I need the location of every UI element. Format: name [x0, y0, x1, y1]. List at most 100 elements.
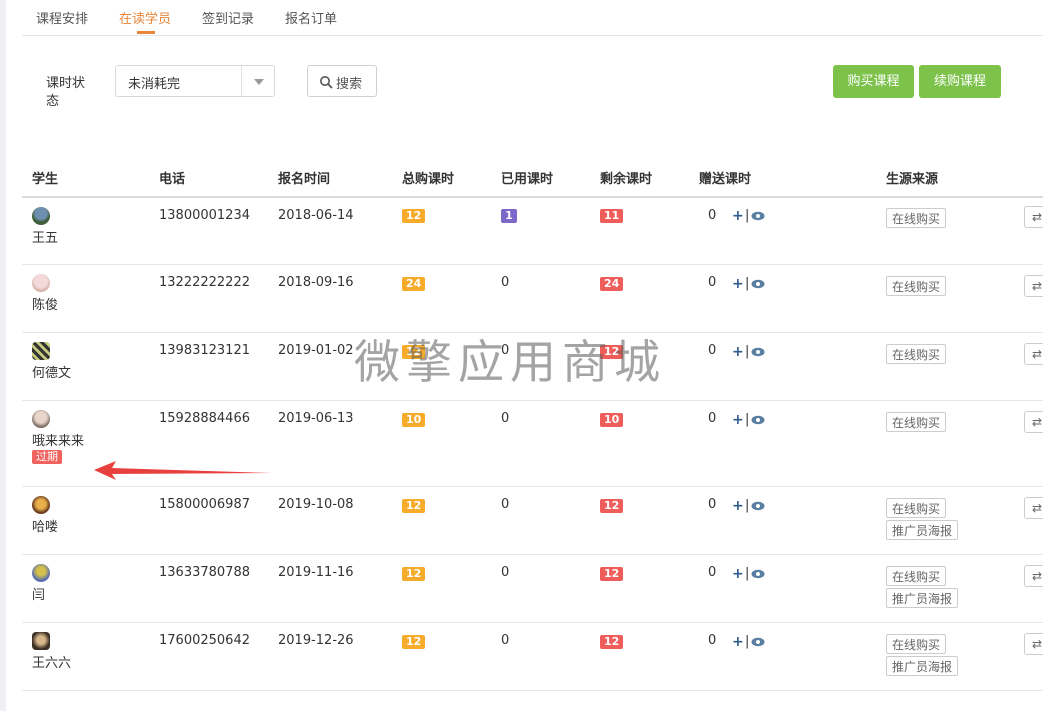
swap-button[interactable]: ⇄ [1024, 497, 1043, 519]
gift-actions: + | [732, 634, 772, 651]
source-tag: 在线购买 [886, 208, 947, 228]
gift-actions: + | [732, 498, 772, 515]
select-divider [241, 66, 242, 96]
used-hours: 0 [501, 633, 510, 648]
plus-icon[interactable]: + [732, 344, 744, 360]
total-hours-badge: 24 [402, 277, 426, 291]
total-hours-badge: 12 [402, 635, 426, 649]
student-name: 王六六 [32, 656, 72, 671]
source-tag: 在线购买 [886, 276, 947, 296]
active-tab-indicator [137, 31, 155, 34]
search-icon [320, 76, 333, 89]
swap-button[interactable]: ⇄ [1024, 275, 1043, 297]
enroll-date: 2019-10-08 [278, 497, 354, 512]
separator: | [745, 634, 750, 649]
table-row: 哈喽 15800006987 2019-10-08 12 0 12 0 + | 在… [22, 487, 1043, 555]
total-hours-badge: 12 [402, 499, 426, 513]
total-hours-badge: 12 [402, 209, 426, 223]
swap-button[interactable]: ⇄ [1024, 206, 1043, 228]
used-hours: 0 [501, 275, 510, 290]
swap-button[interactable]: ⇄ [1024, 633, 1043, 655]
remaining-hours-badge: 12 [600, 499, 624, 513]
eye-icon[interactable] [751, 279, 765, 289]
tab-current-students[interactable]: 在读学员 [119, 8, 171, 27]
phone: 17600250642 [159, 633, 250, 648]
renew-course-button[interactable]: 续购课程 [919, 65, 1001, 98]
col-total-hours: 总购课时 [402, 172, 455, 187]
tab-course-schedule[interactable]: 课程安排 [36, 8, 88, 27]
plus-icon[interactable]: + [732, 412, 744, 428]
gift-actions: + | [732, 276, 772, 293]
gift-hours: 0 [708, 497, 717, 512]
avatar [32, 410, 50, 428]
search-label: 搜索 [336, 77, 363, 92]
source-tag: 推广员海报 [886, 588, 959, 608]
gift-hours: 0 [708, 633, 717, 648]
col-enroll-date: 报名时间 [278, 172, 331, 187]
col-student: 学生 [32, 172, 59, 187]
separator: | [745, 276, 750, 291]
eye-icon[interactable] [751, 501, 765, 511]
used-hours: 0 [501, 565, 510, 580]
source-tag: 推广员海报 [886, 520, 959, 540]
swap-button[interactable]: ⇄ [1024, 411, 1043, 433]
gift-actions: + | [732, 208, 772, 225]
plus-icon[interactable]: + [732, 634, 744, 650]
plus-icon[interactable]: + [732, 498, 744, 514]
tab-bar: 课程安排 在读学员 签到记录 报名订单 [22, 0, 1043, 36]
source-tag: 在线购买 [886, 412, 947, 432]
student-name: 闫 [32, 588, 46, 603]
enroll-date: 2018-06-14 [278, 208, 354, 223]
enroll-date: 2019-12-26 [278, 633, 354, 648]
student-name: 哦来来来 [32, 434, 85, 449]
swap-button[interactable]: ⇄ [1024, 343, 1043, 365]
plus-icon[interactable]: + [732, 276, 744, 292]
annotation-arrow [94, 461, 272, 480]
eye-icon[interactable] [751, 637, 765, 647]
student-name: 何德文 [32, 366, 72, 381]
phone: 13222222222 [159, 275, 250, 290]
source-tag: 在线购买 [886, 344, 947, 364]
avatar [32, 274, 50, 292]
remaining-hours-badge: 11 [600, 209, 624, 223]
col-used-hours: 已用课时 [501, 172, 554, 187]
tab-enrollment-orders[interactable]: 报名订单 [285, 8, 337, 27]
tab-checkin-records[interactable]: 签到记录 [202, 8, 254, 27]
plus-icon[interactable]: + [732, 566, 744, 582]
gift-actions: + | [732, 566, 772, 583]
gift-actions: + | [732, 344, 772, 361]
hours-status-label: 课时状态 [46, 76, 86, 109]
student-name: 哈喽 [32, 520, 59, 535]
expired-badge: 过期 [32, 450, 62, 464]
eye-icon[interactable] [751, 347, 765, 357]
source-tag: 推广员海报 [886, 656, 959, 676]
search-button[interactable]: 搜索 [307, 65, 377, 97]
separator: | [745, 498, 750, 513]
gift-hours: 0 [708, 565, 717, 580]
gift-hours: 0 [708, 343, 717, 358]
separator: | [745, 208, 750, 223]
eye-icon[interactable] [751, 569, 765, 579]
gift-actions: + | [732, 412, 772, 429]
col-remaining-hours: 剩余课时 [600, 172, 653, 187]
avatar [32, 342, 50, 360]
student-name: 王五 [32, 231, 59, 246]
eye-icon[interactable] [751, 211, 765, 221]
avatar [32, 207, 50, 225]
separator: | [745, 412, 750, 427]
phone: 15928884466 [159, 411, 250, 426]
phone: 13633780788 [159, 565, 250, 580]
swap-button[interactable]: ⇄ [1024, 565, 1043, 587]
separator: | [745, 566, 750, 581]
student-name: 陈俊 [32, 298, 59, 313]
buy-course-button[interactable]: 购买课程 [833, 65, 914, 98]
remaining-hours-badge: 24 [600, 277, 624, 291]
hours-status-select[interactable]: 未消耗完 [115, 65, 275, 97]
gift-hours: 0 [708, 411, 717, 426]
select-value: 未消耗完 [128, 77, 181, 92]
eye-icon[interactable] [751, 415, 765, 425]
source-tag: 在线购买 [886, 498, 947, 518]
col-gift-hours: 赠送课时 [699, 172, 752, 187]
watermark: 微擎应用商城 [354, 335, 666, 389]
plus-icon[interactable]: + [732, 208, 744, 224]
